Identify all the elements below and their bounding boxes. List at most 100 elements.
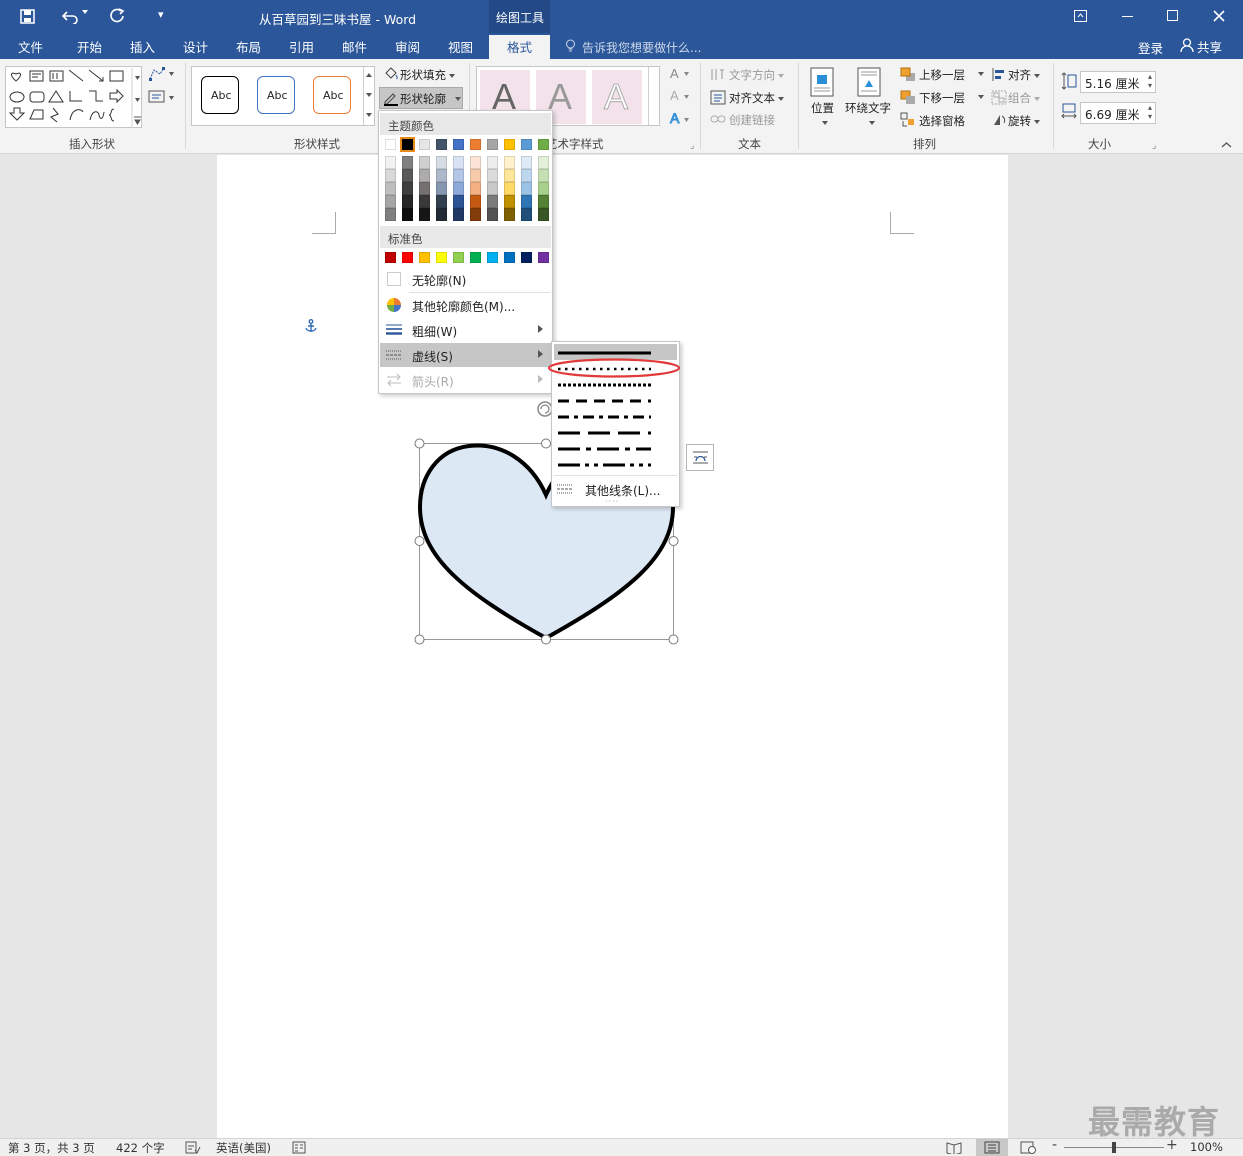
theme-shade-swatch[interactable] bbox=[385, 182, 396, 195]
read-mode-icon[interactable] bbox=[946, 1141, 962, 1154]
theme-shade-swatch[interactable] bbox=[487, 208, 498, 221]
theme-shade-swatch[interactable] bbox=[453, 208, 464, 221]
theme-shade-swatch[interactable] bbox=[385, 195, 396, 208]
theme-color-swatch[interactable] bbox=[470, 139, 481, 150]
theme-shade-swatch[interactable] bbox=[487, 169, 498, 182]
shape-height-input[interactable]: 5.16 厘米 ▴ ▾ bbox=[1080, 71, 1156, 93]
theme-shade-swatch[interactable] bbox=[487, 195, 498, 208]
proofing-icon[interactable] bbox=[185, 1141, 201, 1154]
weight-item[interactable]: 粗细(W) bbox=[380, 318, 551, 342]
theme-shade-swatch[interactable] bbox=[504, 182, 515, 195]
theme-color-swatch[interactable] bbox=[504, 139, 515, 150]
theme-shade-swatch[interactable] bbox=[402, 195, 413, 208]
theme-shade-swatch[interactable] bbox=[385, 169, 396, 182]
standard-color-swatch[interactable] bbox=[521, 252, 532, 263]
tab-layout[interactable]: 布局 bbox=[236, 37, 261, 56]
dash-option-long-dash[interactable] bbox=[554, 425, 677, 441]
tab-file[interactable]: 文件 bbox=[18, 37, 43, 56]
position-dropdown-icon[interactable] bbox=[822, 121, 828, 125]
theme-shade-swatch[interactable] bbox=[436, 156, 447, 169]
theme-shade-swatch[interactable] bbox=[521, 195, 532, 208]
standard-color-swatch[interactable] bbox=[470, 252, 481, 263]
zoom-out-button[interactable]: - bbox=[1052, 1137, 1057, 1153]
standard-color-swatch[interactable] bbox=[487, 252, 498, 263]
tab-insert[interactable]: 插入 bbox=[130, 37, 155, 56]
standard-color-swatch[interactable] bbox=[402, 252, 413, 263]
theme-shade-swatch[interactable] bbox=[402, 208, 413, 221]
undo-dropdown-icon[interactable] bbox=[82, 10, 88, 14]
shape-style-gallery[interactable]: Abc Abc Abc bbox=[191, 66, 375, 126]
resize-grip-icon[interactable]: ···· bbox=[605, 497, 619, 506]
theme-shade-swatch[interactable] bbox=[419, 208, 430, 221]
dash-option-dash-dot[interactable] bbox=[554, 409, 677, 425]
tab-mailings[interactable]: 邮件 bbox=[342, 37, 367, 56]
theme-shade-swatch[interactable] bbox=[470, 182, 481, 195]
anchor-icon[interactable] bbox=[304, 319, 318, 334]
theme-shade-swatch[interactable] bbox=[538, 169, 549, 182]
standard-color-swatch[interactable] bbox=[385, 252, 396, 263]
style-sample-1[interactable]: Abc bbox=[201, 76, 239, 114]
save-icon[interactable] bbox=[20, 9, 35, 24]
ribbon-display-options-icon[interactable] bbox=[1074, 10, 1087, 22]
height-spinner-icon[interactable]: ▴ ▾ bbox=[1148, 72, 1152, 90]
tab-home[interactable]: 开始 bbox=[77, 37, 102, 56]
dialog-launcher-icon[interactable]: ⌟ bbox=[690, 141, 694, 151]
position-button[interactable]: 位置 bbox=[811, 100, 834, 116]
gallery-more-icon[interactable] bbox=[366, 113, 372, 117]
rotate-button[interactable]: 旋转 bbox=[1008, 113, 1040, 129]
theme-shade-swatch[interactable] bbox=[521, 169, 532, 182]
print-layout-button[interactable] bbox=[976, 1139, 1008, 1156]
send-backward-button[interactable]: 下移一层 bbox=[919, 90, 965, 106]
theme-shade-swatch[interactable] bbox=[385, 208, 396, 221]
theme-shade-swatch[interactable] bbox=[504, 208, 515, 221]
zoom-level[interactable]: 100% bbox=[1190, 1140, 1223, 1154]
theme-shade-swatch[interactable] bbox=[453, 156, 464, 169]
bring-forward-dropdown-icon[interactable] bbox=[978, 72, 984, 76]
web-layout-icon[interactable] bbox=[1020, 1141, 1036, 1154]
macro-recording-icon[interactable] bbox=[292, 1141, 306, 1154]
customize-qat-icon[interactable]: ▾ bbox=[158, 8, 164, 21]
theme-color-swatch[interactable] bbox=[453, 139, 464, 150]
standard-color-swatch[interactable] bbox=[504, 252, 515, 263]
layout-options-button[interactable] bbox=[686, 444, 714, 471]
dash-option-square-dot[interactable] bbox=[554, 377, 677, 393]
word-count[interactable]: 422 个字 bbox=[116, 1140, 165, 1156]
theme-shade-swatch[interactable] bbox=[470, 169, 481, 182]
tab-review[interactable]: 审阅 bbox=[395, 37, 420, 56]
no-outline-item[interactable]: 无轮廓(N) bbox=[380, 267, 551, 291]
theme-shade-swatch[interactable] bbox=[419, 169, 430, 182]
theme-shade-swatch[interactable] bbox=[504, 156, 515, 169]
style-sample-3[interactable]: Abc bbox=[313, 76, 351, 114]
shape-outline-button[interactable]: 形状轮廓 bbox=[379, 87, 463, 109]
dash-option-dash[interactable] bbox=[554, 393, 677, 409]
theme-shade-swatch[interactable] bbox=[385, 156, 396, 169]
text-direction-button[interactable]: 文字方向 bbox=[729, 67, 784, 83]
standard-color-swatch[interactable] bbox=[453, 252, 464, 263]
redo-icon[interactable] bbox=[110, 8, 125, 23]
theme-shade-swatch[interactable] bbox=[453, 169, 464, 182]
theme-shade-swatch[interactable] bbox=[453, 182, 464, 195]
dashes-item[interactable]: 虚线(S) bbox=[380, 343, 551, 367]
theme-shade-swatch[interactable] bbox=[470, 195, 481, 208]
shape-width-input[interactable]: 6.69 厘米 ▴ ▾ bbox=[1080, 102, 1156, 124]
theme-shade-swatch[interactable] bbox=[470, 156, 481, 169]
standard-color-swatch[interactable] bbox=[419, 252, 430, 263]
theme-shade-swatch[interactable] bbox=[436, 195, 447, 208]
theme-shade-swatch[interactable] bbox=[521, 182, 532, 195]
theme-color-swatch[interactable] bbox=[385, 139, 396, 150]
login-link[interactable]: 登录 bbox=[1138, 38, 1163, 57]
language-indicator[interactable]: 英语(美国) bbox=[216, 1140, 271, 1156]
shape-fill-button[interactable]: 形状填充 bbox=[400, 67, 455, 83]
theme-color-swatch[interactable] bbox=[521, 139, 532, 150]
bring-forward-button[interactable]: 上移一层 bbox=[919, 67, 965, 83]
zoom-slider-thumb[interactable] bbox=[1112, 1142, 1116, 1153]
more-outline-colors-item[interactable]: 其他轮廓颜色(M)... bbox=[380, 293, 551, 317]
text-effects-icons[interactable]: AAA bbox=[668, 66, 696, 126]
theme-color-swatch[interactable] bbox=[538, 139, 549, 150]
theme-shade-swatch[interactable] bbox=[436, 208, 447, 221]
theme-shade-swatch[interactable] bbox=[504, 195, 515, 208]
collapse-ribbon-icon[interactable] bbox=[1221, 141, 1232, 149]
theme-shade-swatch[interactable] bbox=[402, 156, 413, 169]
rotate-handle-icon[interactable] bbox=[537, 401, 553, 417]
tab-view[interactable]: 视图 bbox=[448, 37, 473, 56]
